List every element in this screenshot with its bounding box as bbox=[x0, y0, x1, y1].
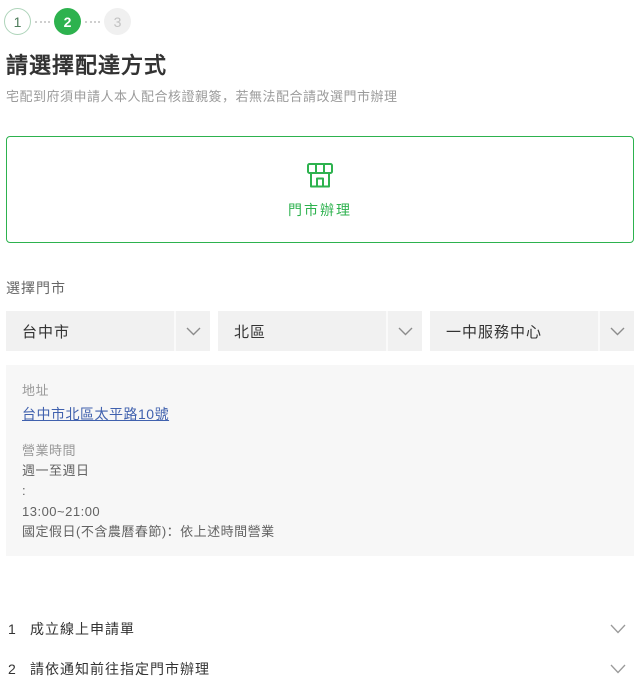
city-select[interactable]: 台中市 bbox=[6, 311, 210, 351]
store-select-value: 一中服務中心 bbox=[446, 321, 542, 342]
step-connector bbox=[85, 21, 100, 23]
page: 1 2 3 請選擇配達方式 宅配到府須申請人本人配合核證親簽，若無法配合請改選門… bbox=[0, 0, 640, 689]
store-selector-label: 選擇門市 bbox=[6, 278, 634, 298]
store-info-panel: 地址 台中市北區太平路10號 營業時間 週一至週日 : 13:00~21:00 … bbox=[6, 365, 634, 556]
chevron-down-icon bbox=[610, 664, 626, 674]
store-select[interactable]: 一中服務中心 bbox=[430, 311, 634, 351]
stepper: 1 2 3 bbox=[4, 8, 634, 35]
accordion-item-2[interactable]: 2 請依通知前往指定門市辦理 bbox=[6, 649, 634, 689]
hours-time: 13:00~21:00 bbox=[22, 504, 618, 520]
step-3-indicator: 3 bbox=[104, 8, 131, 35]
store-pickup-option-card[interactable]: 門市辦理 bbox=[6, 136, 634, 243]
district-select[interactable]: 北區 bbox=[218, 311, 422, 351]
hours-label: 營業時間 bbox=[22, 440, 618, 459]
chevron-down-icon bbox=[386, 311, 422, 351]
accordion-item-label: 請依通知前往指定門市辦理 bbox=[30, 659, 610, 679]
city-select-value: 台中市 bbox=[22, 321, 70, 342]
address-label: 地址 bbox=[22, 380, 618, 399]
accordion-item-number: 2 bbox=[8, 661, 30, 677]
process-accordion: 1 成立線上申請單 2 請依通知前往指定門市辦理 bbox=[6, 609, 634, 689]
district-select-value: 北區 bbox=[234, 321, 266, 342]
step-1-indicator: 1 bbox=[4, 8, 31, 35]
accordion-item-label: 成立線上申請單 bbox=[30, 619, 610, 639]
chevron-down-icon bbox=[174, 311, 210, 351]
page-subtitle: 宅配到府須申請人本人配合核證親簽，若無法配合請改選門市辦理 bbox=[6, 86, 634, 105]
step-2-indicator: 2 bbox=[54, 8, 81, 35]
hours-colon: : bbox=[22, 483, 618, 499]
store-selector-dropdowns: 台中市 北區 一中服務中心 bbox=[6, 311, 634, 351]
step-connector bbox=[35, 21, 50, 23]
accordion-item-number: 1 bbox=[8, 621, 30, 637]
hours-holiday-note: 國定假日(不含農曆春節)：依上述時間營業 bbox=[22, 524, 618, 540]
accordion-item-1[interactable]: 1 成立線上申請單 bbox=[6, 609, 634, 649]
store-address-link[interactable]: 台中市北區太平路10號 bbox=[22, 404, 169, 424]
storefront-icon bbox=[304, 159, 336, 191]
page-title: 請選擇配達方式 bbox=[6, 48, 634, 80]
hours-days: 週一至週日 bbox=[22, 463, 618, 479]
chevron-down-icon bbox=[610, 624, 626, 634]
chevron-down-icon bbox=[598, 311, 634, 351]
store-pickup-option-label: 門市辦理 bbox=[288, 200, 352, 220]
